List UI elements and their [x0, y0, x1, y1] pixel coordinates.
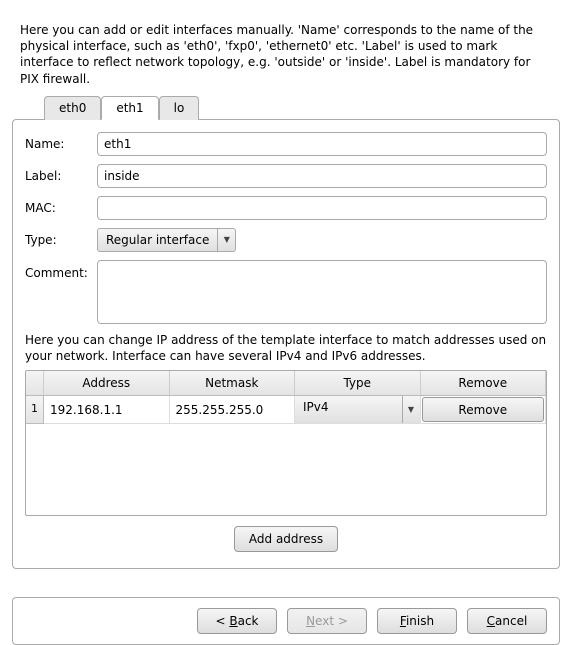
ip-intro-text: Here you can change IP address of the te…: [25, 332, 547, 364]
netmask-input[interactable]: [170, 396, 295, 423]
col-netmask[interactable]: Netmask: [170, 371, 296, 396]
col-type[interactable]: Type: [295, 371, 421, 396]
label-input[interactable]: [97, 164, 547, 188]
col-address[interactable]: Address: [44, 371, 170, 396]
back-button[interactable]: < Back: [197, 608, 277, 634]
iptype-dropdown-value: IPv4: [295, 396, 402, 423]
finish-button[interactable]: Finish: [377, 608, 457, 634]
type-label: Type:: [25, 233, 97, 247]
label-label: Label:: [25, 169, 97, 183]
next-button: Next >: [287, 608, 367, 634]
chevron-down-icon: ▼: [217, 229, 235, 251]
table-corner: [26, 371, 44, 396]
row-number: 1: [26, 396, 44, 424]
next-arrow-icon: >: [338, 614, 348, 628]
back-arrow-icon: <: [215, 614, 225, 628]
type-dropdown[interactable]: Regular interface ▼: [97, 228, 236, 252]
add-address-button[interactable]: Add address: [234, 526, 338, 552]
iptype-dropdown[interactable]: IPv4 ▼: [295, 396, 420, 423]
tab-lo[interactable]: lo: [159, 96, 200, 120]
remove-row-button[interactable]: Remove: [422, 397, 545, 422]
interface-tabs: eth0 eth1 lo: [44, 95, 560, 119]
cancel-button[interactable]: Cancel: [467, 608, 547, 634]
address-table: Address Netmask Type Remove 1 IPv4 ▼: [25, 370, 547, 516]
mac-input[interactable]: [97, 196, 547, 220]
type-dropdown-value: Regular interface: [98, 229, 217, 251]
chevron-down-icon: ▼: [402, 396, 420, 423]
wizard-button-bar: < Back Next > Finish Cancel: [12, 597, 560, 645]
col-remove[interactable]: Remove: [421, 371, 547, 396]
comment-label: Comment:: [25, 260, 97, 280]
tab-eth1[interactable]: eth1: [101, 96, 158, 120]
intro-text: Here you can add or edit interfaces manu…: [20, 22, 552, 87]
mac-label: MAC:: [25, 201, 97, 215]
address-input[interactable]: [44, 396, 169, 423]
interface-panel: Name: Label: MAC: Type: Regular interfac…: [12, 119, 560, 569]
tab-eth0[interactable]: eth0: [44, 96, 101, 120]
comment-input[interactable]: [97, 260, 547, 324]
name-input[interactable]: [97, 132, 547, 156]
name-label: Name:: [25, 137, 97, 151]
